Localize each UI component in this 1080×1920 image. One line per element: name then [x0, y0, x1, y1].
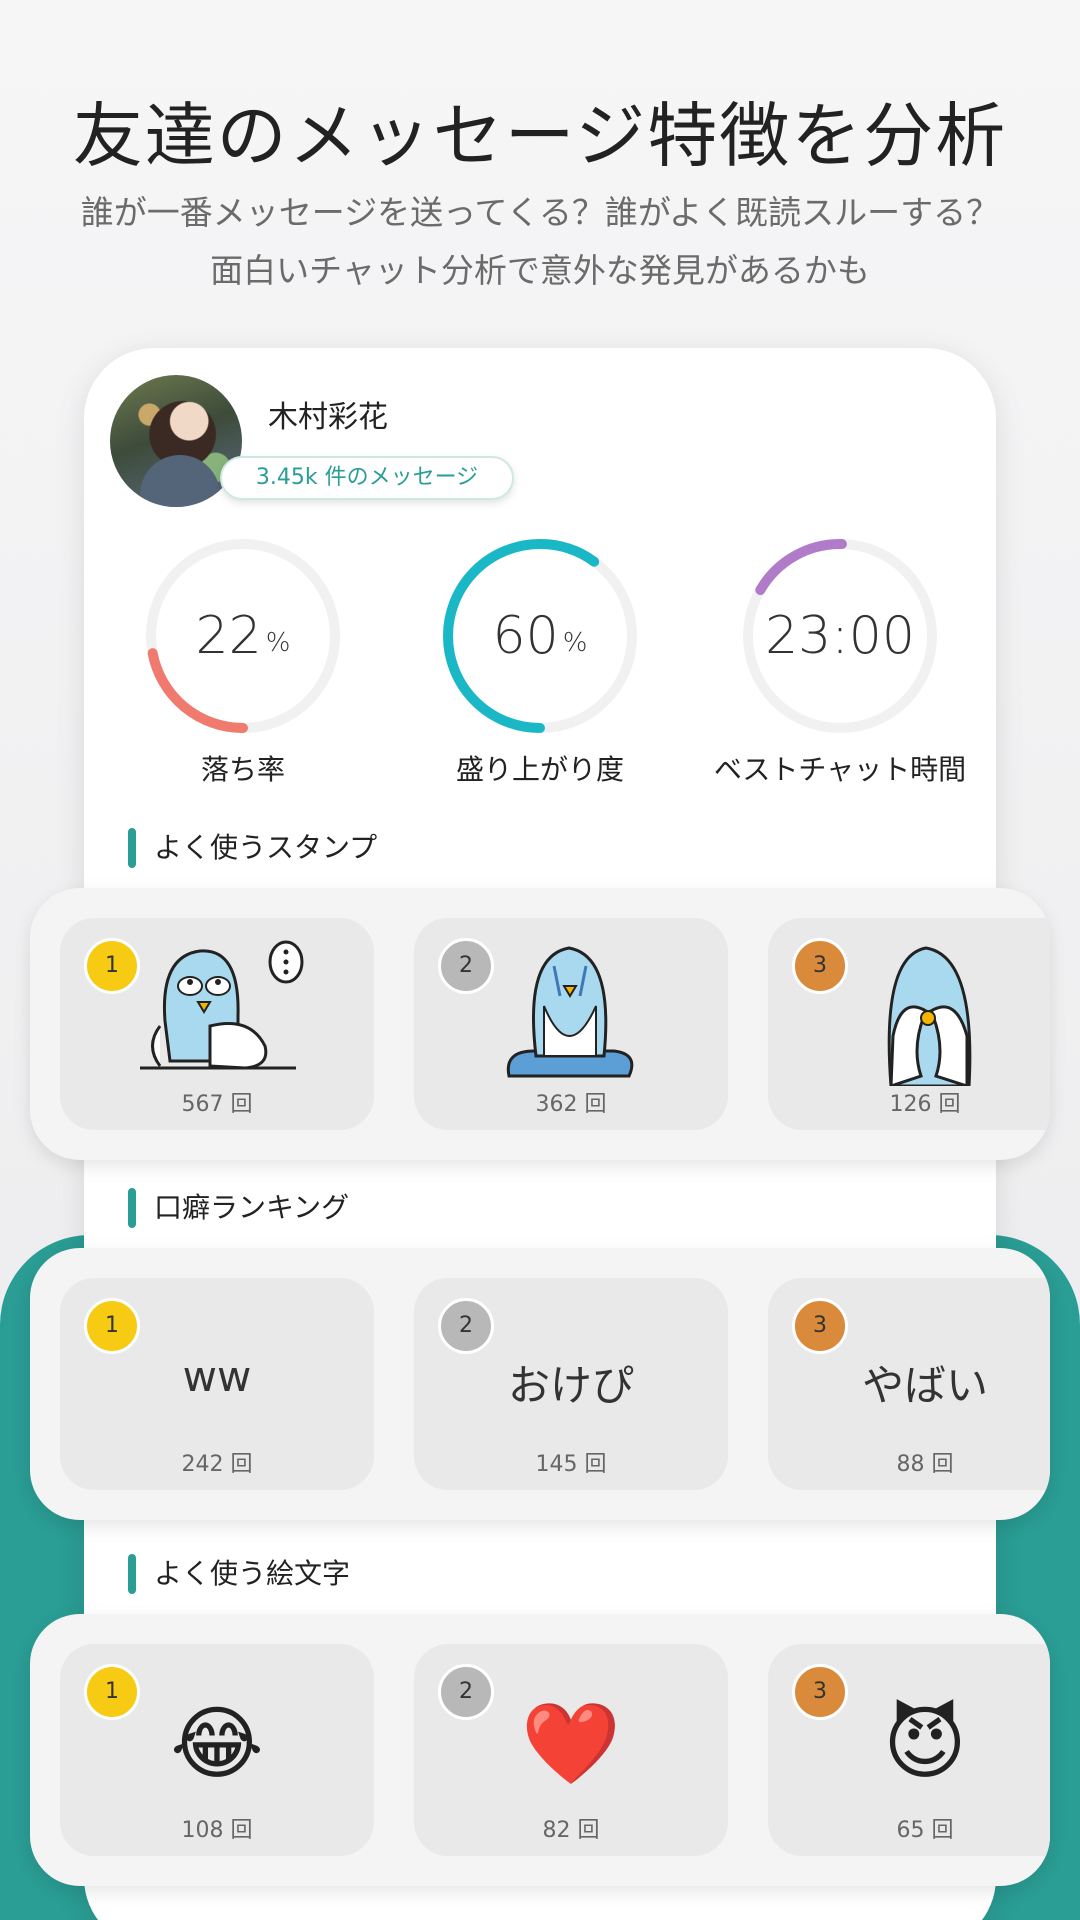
phrases-panel: 1 ww 242 回 2 おけぴ 145 回 3 やばい 88 回: [30, 1248, 1050, 1520]
drop-rate-unit: %: [265, 628, 291, 658]
message-count-badge: 3.45k 件のメッセージ: [220, 456, 514, 500]
emoji-count: 82 回: [542, 1818, 600, 1843]
rank-badge: 3: [792, 938, 848, 994]
stickers-panel: 1 567 回 2 362 回 3 126 回: [30, 888, 1050, 1160]
sticker-tile-2[interactable]: 2 362 回: [414, 918, 728, 1130]
drop-rate-value: 22: [195, 606, 262, 666]
phrase-text: おけぴ: [507, 1361, 634, 1410]
phrase-count: 145 回: [535, 1452, 607, 1477]
engagement-unit: %: [562, 628, 588, 658]
best-time-ring: 23:00: [740, 536, 940, 736]
emoji-count: 108 回: [181, 1818, 253, 1843]
engagement-ring: 60%: [440, 536, 640, 736]
stickers-section-title: よく使うスタンプ: [128, 826, 377, 868]
subtitle-line-1: 誰が一番メッセージを送ってくる？誰がよく既読スルーする？: [80, 193, 1000, 232]
tears-of-joy-emoji-icon: 😂: [170, 1697, 264, 1790]
phrases-section-title: 口癖ランキング: [128, 1186, 349, 1228]
emoji-count: 65 回: [896, 1818, 954, 1843]
sticker-tile-3[interactable]: 3 126 回: [768, 918, 1050, 1130]
phrase-count: 88 回: [896, 1452, 954, 1477]
phrase-tile-2[interactable]: 2 おけぴ 145 回: [414, 1278, 728, 1490]
page-subtitle: 誰が一番メッセージを送ってくる？誰がよく既読スルーする？ 面白いチャット分析で意…: [0, 184, 1080, 300]
phrase-tile-1[interactable]: 1 ww 242 回: [60, 1278, 374, 1490]
drop-rate-ring: 22%: [143, 536, 343, 736]
emojis-section-title: よく使う絵文字: [128, 1552, 350, 1594]
drop-rate-label: 落ち率: [200, 753, 285, 786]
user-name: 木村彩花: [268, 400, 388, 435]
rank-badge: 1: [84, 1298, 140, 1354]
rank-badge: 2: [438, 938, 494, 994]
subtitle-line-2: 面白いチャット分析で意外な発見があるかも: [210, 251, 870, 290]
rank-badge: 1: [84, 938, 140, 994]
smiling-devil-emoji-icon: 😈: [883, 1697, 967, 1790]
emoji-tile-2[interactable]: 2 ❤️ 82 回: [414, 1644, 728, 1856]
red-heart-emoji-icon: ❤️: [521, 1697, 621, 1790]
best-time-label: ベストチャット時間: [713, 753, 967, 786]
emojis-panel: 1 😂 108 回 2 ❤️ 82 回 3 😈 65 回: [30, 1614, 1050, 1886]
phrase-text: やばい: [861, 1361, 988, 1410]
sticker-tile-1[interactable]: 1 567 回: [60, 918, 374, 1130]
best-time-value: 23:00: [765, 606, 915, 666]
engagement-label: 盛り上がり度: [455, 753, 624, 786]
rank-badge: 3: [792, 1298, 848, 1354]
page-title: 友達のメッセージ特徴を分析: [72, 95, 1008, 177]
phrase-count: 242 回: [181, 1452, 253, 1477]
phrase-text: ww: [182, 1352, 252, 1401]
emoji-tile-3[interactable]: 3 😈 65 回: [768, 1644, 1050, 1856]
sticker-count: 126 回: [889, 1092, 961, 1117]
engagement-value: 60: [492, 606, 559, 666]
emoji-tile-1[interactable]: 1 😂 108 回: [60, 1644, 374, 1856]
sticker-count: 362 回: [535, 1092, 607, 1117]
rank-badge: 2: [438, 1298, 494, 1354]
sticker-count: 567 回: [181, 1092, 253, 1117]
phrase-tile-3[interactable]: 3 やばい 88 回: [768, 1278, 1050, 1490]
